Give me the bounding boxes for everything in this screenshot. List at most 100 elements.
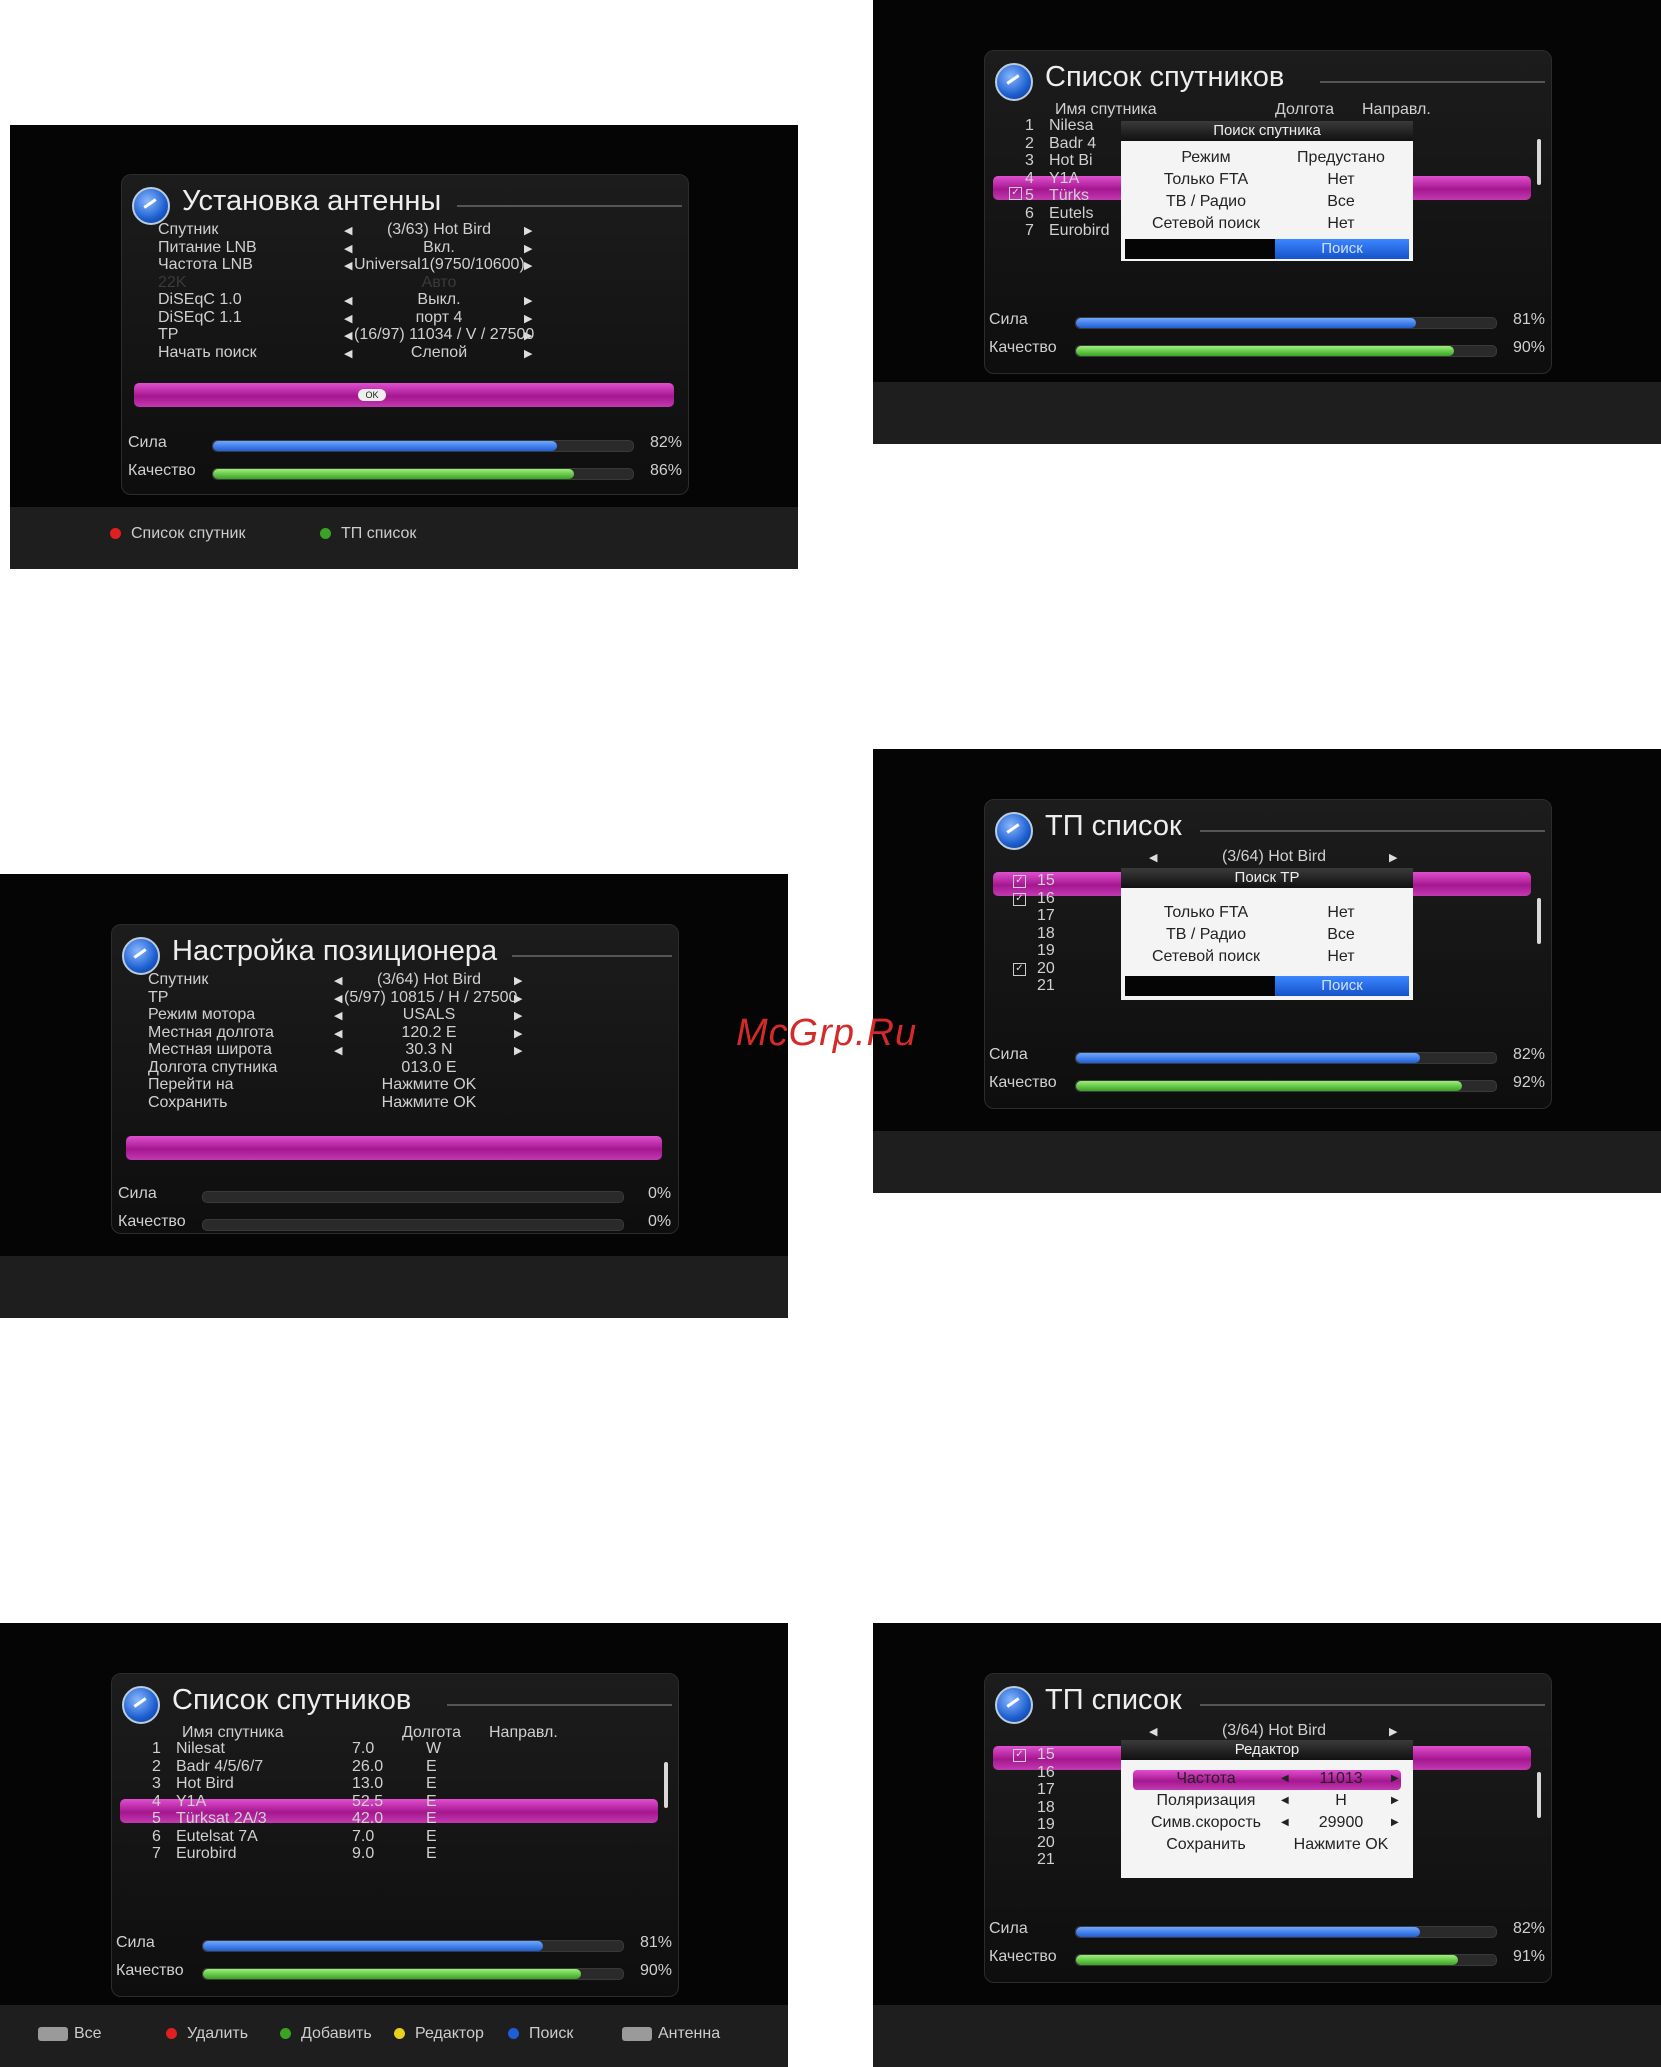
- strength-bar: [1075, 1052, 1497, 1064]
- satellite-name: Y1A: [176, 1792, 207, 1810]
- satellite-direction: E: [426, 1757, 437, 1775]
- arrow-right-icon[interactable]: ▶: [1391, 1817, 1399, 1828]
- arrow-right-icon[interactable]: ▶: [524, 224, 532, 237]
- quality-fill: [1076, 1955, 1459, 1965]
- arrow-right-icon[interactable]: ▶: [514, 974, 522, 987]
- legend-satellite-list[interactable]: Список спутник: [110, 525, 245, 543]
- screen-satellite-list: Список спутников Имя спутника Долгота На…: [0, 1623, 788, 2067]
- checkbox-icon[interactable]: ✓: [1009, 187, 1022, 200]
- tp-number: 21: [1037, 1851, 1055, 1868]
- arrow-left-icon[interactable]: ◀: [344, 312, 352, 325]
- satellite-number: 1: [1025, 117, 1034, 134]
- search-button[interactable]: Поиск: [1275, 239, 1409, 259]
- satellite-name: Nilesa: [1049, 117, 1094, 134]
- arrow-left-icon[interactable]: ◀: [344, 347, 352, 360]
- quality-fill: [1076, 346, 1454, 356]
- popup-title: Редактор: [1121, 1740, 1413, 1760]
- tp-number: 21: [1037, 977, 1055, 994]
- arrow-left-icon[interactable]: ◀: [1281, 1817, 1289, 1828]
- legend-all[interactable]: Все: [38, 2025, 102, 2043]
- tp-number: 17: [1037, 1781, 1055, 1798]
- setting-label: Спутник: [148, 971, 209, 988]
- quality-bar: [202, 1968, 624, 1980]
- checkbox-icon[interactable]: ✓: [1013, 1749, 1026, 1762]
- tp-number: 16: [1037, 889, 1055, 907]
- arrow-left-icon[interactable]: ◀: [334, 1027, 342, 1040]
- arrow-right-icon[interactable]: ▶: [524, 242, 532, 255]
- quality-bar: [1075, 1080, 1497, 1092]
- satellite-search-popup: Поиск спутника Режим Предустано Только FTA…: [1121, 121, 1413, 261]
- arrow-left-icon[interactable]: ◀: [334, 1009, 342, 1022]
- satellite-direction: E: [426, 1775, 437, 1792]
- screen-tp-editor: ТП список ◀ (3/64) Hot Bird ▶ ✓ 15 16 17 18 1…: [873, 1623, 1661, 2067]
- search-button[interactable]: Поиск: [1275, 976, 1409, 996]
- arrow-right-icon[interactable]: ▶: [524, 294, 532, 307]
- arrow-left-icon[interactable]: ◀: [344, 329, 352, 342]
- arrow-right-icon[interactable]: ▶: [514, 1044, 522, 1057]
- popup-option-value: Нажмите OK: [1293, 1836, 1389, 1853]
- checkbox-icon[interactable]: ✓: [1013, 892, 1026, 906]
- arrow-right-icon[interactable]: ▶: [1389, 851, 1397, 864]
- legend-delete[interactable]: Удалить: [166, 2025, 248, 2043]
- popup-option-label: Сетевой поиск: [1151, 215, 1261, 232]
- scrollbar[interactable]: [1537, 898, 1541, 944]
- legend-antenna[interactable]: Антенна: [622, 2025, 720, 2043]
- satellite-name: Badr 4/5/6/7: [176, 1757, 264, 1775]
- arrow-left-icon[interactable]: ◀: [334, 992, 342, 1005]
- tp-number: 15: [1037, 872, 1055, 889]
- satellite-selector[interactable]: ◀ (3/64) Hot Bird ▶: [1149, 848, 1399, 870]
- arrow-right-icon[interactable]: ▶: [524, 347, 532, 360]
- setting-row[interactable]: Сохранить Нажмите OK: [148, 1094, 528, 1116]
- tp-editor-panel: ТП список ◀ (3/64) Hot Bird ▶ ✓ 15 16 17 18 1…: [984, 1673, 1552, 1983]
- legend-add[interactable]: Добавить: [280, 2025, 372, 2043]
- legend-editor[interactable]: Редактор: [394, 2025, 484, 2043]
- red-key-icon: [110, 528, 121, 540]
- arrow-right-icon[interactable]: ▶: [514, 1027, 522, 1040]
- setting-row[interactable]: Начать поиск ◀ ▶ Слепой: [158, 344, 538, 366]
- arrow-right-icon[interactable]: ▶: [1389, 1725, 1397, 1738]
- satellite-logo-icon: [995, 1686, 1033, 1724]
- arrow-left-icon[interactable]: ◀: [1149, 851, 1157, 864]
- strength-value: 0%: [648, 1185, 672, 1202]
- popup-option-value: 29900: [1318, 1814, 1364, 1831]
- strength-value: 81%: [1513, 311, 1546, 328]
- tp-number: 19: [1037, 1816, 1055, 1833]
- legend-tp-list[interactable]: ТП список: [320, 525, 416, 543]
- scrollbar[interactable]: [1537, 1772, 1541, 1818]
- scrollbar[interactable]: [664, 1762, 668, 1808]
- arrow-right-icon[interactable]: ▶: [1391, 1795, 1399, 1806]
- arrow-right-icon[interactable]: ▶: [524, 259, 532, 272]
- arrow-left-icon[interactable]: ◀: [1281, 1773, 1289, 1784]
- satellite-logo-icon: [995, 812, 1033, 850]
- arrow-right-icon[interactable]: ▶: [514, 1009, 522, 1022]
- setting-value: 30.3 N: [405, 1041, 453, 1058]
- arrow-left-icon[interactable]: ◀: [344, 259, 352, 272]
- arrow-left-icon[interactable]: ◀: [334, 974, 342, 987]
- checkbox-icon[interactable]: ✓: [1013, 962, 1026, 976]
- checkbox-icon[interactable]: ✓: [1013, 875, 1026, 888]
- tp-number: 16: [1037, 1763, 1055, 1781]
- arrow-left-icon[interactable]: ◀: [344, 224, 352, 237]
- yellow-key-icon: [394, 2028, 405, 2040]
- popup-title: Поиск ТР: [1121, 868, 1413, 888]
- arrow-left-icon[interactable]: ◀: [344, 242, 352, 255]
- popup-option-label: ТВ / Радио: [1166, 193, 1246, 210]
- setting-label: Перейти на: [148, 1076, 234, 1093]
- quality-value: 0%: [648, 1213, 672, 1230]
- satellite-longitude: 7.0: [352, 1827, 375, 1845]
- popup-option-value: Все: [1327, 926, 1355, 943]
- setting-value: Авто: [421, 273, 457, 291]
- legend-search[interactable]: Поиск: [508, 2025, 573, 2043]
- arrow-right-icon[interactable]: ▶: [524, 312, 532, 325]
- satellite-row[interactable]: 7 Eurobird 9.0 E: [152, 1845, 552, 1867]
- arrow-left-icon[interactable]: ◀: [344, 294, 352, 307]
- satellite-logo-icon: [122, 1686, 160, 1724]
- satellite-longitude: 7.0: [352, 1740, 375, 1757]
- quality-fill: [203, 1969, 581, 1979]
- scrollbar[interactable]: [1537, 139, 1541, 185]
- screen-satellite-search: Список спутников Имя спутника Долгота На…: [873, 0, 1661, 444]
- arrow-left-icon[interactable]: ◀: [334, 1044, 342, 1057]
- arrow-left-icon[interactable]: ◀: [1149, 1725, 1157, 1738]
- arrow-right-icon[interactable]: ▶: [1391, 1773, 1399, 1784]
- arrow-left-icon[interactable]: ◀: [1281, 1795, 1289, 1806]
